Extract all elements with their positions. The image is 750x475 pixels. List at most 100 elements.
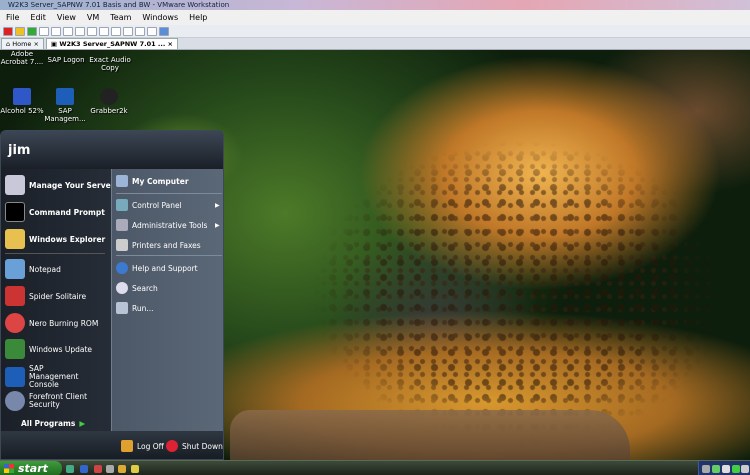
sap-icon [56, 88, 74, 105]
summary-view-icon[interactable] [147, 26, 157, 36]
jaguar-pattern [290, 90, 750, 460]
my-computer-item[interactable]: My Computer [116, 175, 189, 187]
sap-management-label: SAP Managem... [44, 107, 86, 123]
quick-switch-icon[interactable] [99, 26, 109, 36]
menu-bar: File Edit View VM Team Windows Help [0, 10, 750, 25]
quicklaunch-icon[interactable] [118, 465, 126, 473]
start-menu-programs: Manage Your Server Command Prompt Window… [1, 169, 114, 431]
windows-update-item[interactable]: Windows Update [5, 339, 92, 359]
acrobat-label: Adobe Acrobat 7.... [0, 50, 44, 66]
tray-icon[interactable] [722, 465, 730, 473]
divider [116, 193, 222, 194]
taskbar: start [0, 460, 750, 475]
snapshot-manager-icon[interactable] [75, 26, 85, 36]
all-programs-button[interactable]: All Programs ▶ [21, 419, 85, 428]
nero-icon [5, 313, 25, 333]
grabber-label: Grabber2k [90, 107, 128, 115]
run-icon [116, 302, 128, 314]
menu-team[interactable]: Team [110, 13, 131, 22]
desktop-icon[interactable]: SAP Logon [44, 56, 88, 64]
alcohol-label: Alcohol 52% [0, 107, 44, 115]
search-icon [116, 282, 128, 294]
quicklaunch-icon[interactable] [66, 465, 74, 473]
key-icon [121, 440, 133, 452]
menu-windows[interactable]: Windows [142, 13, 178, 22]
power-on-icon[interactable] [27, 26, 37, 36]
quicklaunch-icon[interactable] [131, 465, 139, 473]
nero-item[interactable]: Nero Burning ROM [5, 313, 98, 333]
menu-file[interactable]: File [6, 13, 19, 22]
snapshot-icon[interactable] [51, 26, 61, 36]
system-tray [698, 461, 750, 475]
start-menu-places: My Computer Control Panel Administrative… [111, 169, 223, 431]
control-panel-icon [116, 199, 128, 211]
reset-icon[interactable] [39, 26, 49, 36]
folder-icon [5, 229, 25, 249]
desktop-icon[interactable]: Alcohol 52% [0, 88, 44, 115]
menu-help[interactable]: Help [189, 13, 207, 22]
start-menu-footer: Log Off Shut Down [1, 431, 223, 459]
administrative-tools-item[interactable]: Administrative Tools [116, 219, 207, 231]
spider-solitaire-item[interactable]: Spider Solitaire [5, 286, 86, 306]
command-prompt-item[interactable]: Command Prompt [5, 202, 105, 222]
forefront-item[interactable]: Forefront Client Security [5, 391, 95, 411]
arrow-right-icon: ▶ [79, 419, 86, 428]
unity-icon[interactable] [135, 26, 145, 36]
revert-icon[interactable] [63, 26, 73, 36]
alcohol-icon [13, 88, 31, 105]
quicklaunch-icon[interactable] [80, 465, 88, 473]
menu-vm[interactable]: VM [87, 13, 99, 22]
console-view-icon[interactable] [111, 26, 121, 36]
menu-edit[interactable]: Edit [30, 13, 46, 22]
power-off-icon[interactable] [3, 26, 13, 36]
start-menu-user: jim [1, 131, 223, 169]
quicklaunch-icon[interactable] [94, 465, 102, 473]
windows-explorer-item[interactable]: Windows Explorer [5, 229, 105, 249]
tray-icon[interactable] [732, 465, 740, 473]
solitaire-icon [5, 286, 25, 306]
submenu-arrow-icon: ▶ [215, 202, 220, 209]
manage-your-server-item[interactable]: Manage Your Server [5, 175, 114, 195]
help-support-item[interactable]: Help and Support [116, 262, 198, 274]
tray-icon[interactable] [741, 465, 749, 473]
power-icon [166, 440, 178, 452]
log-off-button[interactable]: Log Off [121, 440, 164, 452]
desktop-icon[interactable]: Adobe Acrobat 7.... [0, 50, 44, 66]
notepad-item[interactable]: Notepad [5, 259, 61, 279]
appliance-view-icon[interactable] [159, 26, 169, 36]
submenu-arrow-icon: ▶ [215, 222, 220, 229]
search-item[interactable]: Search [116, 282, 158, 294]
help-icon [116, 262, 128, 274]
sap-icon [5, 367, 25, 387]
command-prompt-icon [5, 202, 25, 222]
desktop-icon[interactable]: Exact Audio Copy [88, 56, 132, 72]
desktop-icon[interactable]: Grabber2k [87, 88, 131, 115]
run-item[interactable]: Run... [116, 302, 154, 314]
computer-icon [116, 175, 128, 187]
divider [5, 253, 105, 254]
toolbar [0, 25, 750, 38]
shut-down-button[interactable]: Shut Down [166, 440, 223, 452]
sap-logon-label: SAP Logon [47, 56, 85, 64]
start-menu: jim Manage Your Server Command Prompt Wi… [0, 130, 224, 460]
desktop-icon[interactable]: SAP Managem... [43, 88, 87, 123]
screen: W2K3 Server_SAPNW 7.01 Basis and BW - VM… [0, 0, 750, 475]
tab-home[interactable]: ⌂ Home × [1, 38, 44, 49]
server-icon [5, 175, 25, 195]
grabber-eye-icon [100, 88, 118, 105]
quicklaunch-icon[interactable] [106, 465, 114, 473]
window-title: W2K3 Server_SAPNW 7.01 Basis and BW - VM… [0, 0, 750, 10]
tab-vm[interactable]: ▣ W2K3 Server_SAPNW 7.01 ... × [45, 38, 179, 49]
tray-icon[interactable] [702, 465, 710, 473]
show-sidebar-icon[interactable] [87, 26, 97, 36]
tray-icon[interactable] [712, 465, 720, 473]
suspend-icon[interactable] [15, 26, 25, 36]
sap-console-item[interactable]: SAP Management Console [5, 365, 95, 389]
windows-flag-icon [5, 339, 25, 359]
printers-faxes-item[interactable]: Printers and Faxes [116, 239, 201, 251]
full-screen-icon[interactable] [123, 26, 133, 36]
divider [116, 255, 222, 256]
menu-view[interactable]: View [57, 13, 76, 22]
control-panel-item[interactable]: Control Panel [116, 199, 182, 211]
admin-tools-icon [116, 219, 128, 231]
